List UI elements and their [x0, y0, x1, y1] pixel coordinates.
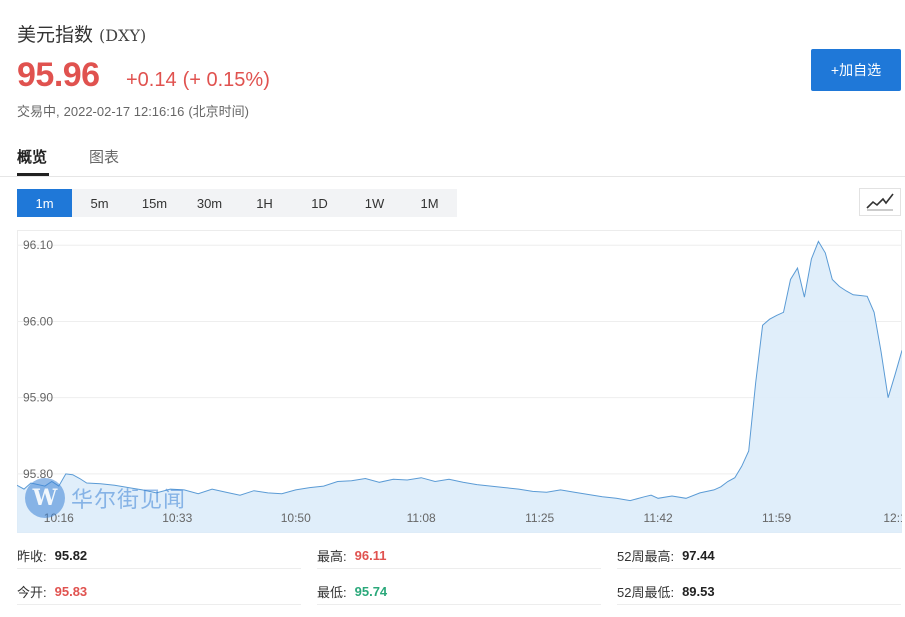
change-percent: (+ 0.15%): [182, 69, 270, 91]
price-change: +0.14 (+ 0.15%): [126, 69, 270, 92]
stat-label: 今开:: [17, 585, 47, 600]
line-chart-icon: [866, 193, 894, 211]
stat-value: 97.44: [682, 548, 715, 563]
interval-1d[interactable]: 1D: [292, 189, 347, 217]
x-tick-label: 11:08: [407, 511, 436, 525]
x-tick-label: 12:1: [883, 511, 902, 525]
chart-type-button[interactable]: [859, 188, 901, 216]
interval-selector: 1m 5m 15m 30m 1H 1D 1W 1M: [17, 189, 457, 217]
timestamp: 2022-02-17 12:16:16: [63, 104, 185, 119]
x-tick-label: 11:42: [644, 511, 673, 525]
interval-5m[interactable]: 5m: [72, 189, 127, 217]
interval-1h[interactable]: 1H: [237, 189, 292, 217]
interval-30m[interactable]: 30m: [182, 189, 237, 217]
stat-label: 昨收:: [17, 549, 47, 564]
stat-label: 最高:: [317, 549, 347, 564]
stat-label: 最低:: [317, 585, 347, 600]
stat-52wk-high: 52周最高: 97.44: [617, 543, 901, 569]
stat-value: 96.11: [354, 548, 387, 563]
y-tick-label: 95.90: [23, 391, 53, 405]
tab-chart[interactable]: 图表: [89, 146, 119, 167]
stat-label: 52周最高:: [617, 549, 675, 564]
x-tick-label: 10:50: [281, 511, 311, 525]
stat-52wk-low: 52周最低: 89.53: [617, 579, 901, 605]
watermark-logo: W: [25, 478, 65, 518]
add-watchlist-button[interactable]: +加自选: [811, 49, 901, 91]
y-tick-label: 96.10: [23, 238, 53, 252]
watermark: W 华尔街见闻: [25, 478, 186, 518]
watermark-text: 华尔街见闻: [71, 488, 187, 513]
stat-open: 今开: 95.83: [17, 579, 301, 605]
stat-value: 89.53: [682, 584, 715, 599]
tab-bar: 概览 图表: [0, 140, 905, 177]
interval-1m[interactable]: 1m: [17, 189, 72, 217]
stat-high: 最高: 96.11: [317, 543, 601, 569]
y-tick-label: 96.00: [23, 314, 53, 328]
change-value: +0.14: [126, 69, 177, 91]
stat-prev-close: 昨收: 95.82: [17, 543, 301, 569]
interval-1w[interactable]: 1W: [347, 189, 402, 217]
instrument-name: 美元指数: [17, 24, 94, 46]
status-text: 交易中,: [17, 104, 60, 119]
instrument-title: 美元指数 (DXY): [17, 20, 146, 47]
stat-value: 95.74: [354, 584, 388, 599]
x-tick-label: 11:25: [525, 511, 554, 525]
stat-low: 最低: 95.74: [317, 579, 601, 605]
tab-overview[interactable]: 概览: [17, 146, 47, 167]
interval-15m[interactable]: 15m: [127, 189, 182, 217]
stat-value: 95.83: [54, 584, 88, 599]
timezone-note: (北京时间): [188, 104, 250, 119]
stat-label: 52周最低:: [617, 585, 675, 600]
instrument-symbol: (DXY): [99, 26, 147, 45]
interval-1mo[interactable]: 1M: [402, 189, 457, 217]
stat-value: 95.82: [54, 548, 88, 563]
trading-status: 交易中, 2022-02-17 12:16:16 (北京时间): [17, 101, 249, 120]
x-tick-label: 11:59: [762, 511, 791, 525]
current-price: 95.96: [17, 56, 100, 94]
active-tab-indicator: [17, 173, 49, 176]
